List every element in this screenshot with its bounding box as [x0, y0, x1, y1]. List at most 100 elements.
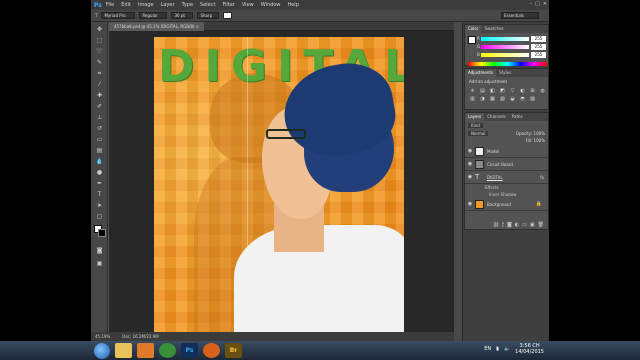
crop-tool-icon[interactable]: ⌗: [95, 70, 104, 77]
gradient-tool-icon[interactable]: ▤: [95, 147, 104, 154]
photoshop-icon[interactable]: Ps: [181, 343, 198, 358]
bridge-icon[interactable]: Br: [225, 343, 242, 358]
color-ramp[interactable]: [468, 62, 547, 66]
invert-icon[interactable]: ▧: [499, 96, 506, 102]
zoom-level[interactable]: 45.19%: [95, 334, 110, 339]
clock[interactable]: 3:56 CH 14/04/2015: [515, 343, 544, 355]
black-white-icon[interactable]: ◍: [539, 88, 546, 94]
layer-model[interactable]: ◉ Model: [465, 145, 548, 158]
pen-tool-icon[interactable]: ✒: [95, 180, 104, 187]
threshold-icon[interactable]: ◓: [519, 96, 526, 102]
brightness-icon[interactable]: ☀: [469, 88, 476, 94]
trash-icon[interactable]: 🗑: [538, 222, 544, 228]
background-color-swatch[interactable]: [98, 229, 106, 237]
lasso-tool-icon[interactable]: ➰: [95, 48, 104, 55]
blur-tool-icon[interactable]: 💧: [95, 158, 104, 165]
layer-name[interactable]: Circuit Board: [487, 162, 513, 167]
gradient-map-icon[interactable]: ▨: [529, 96, 536, 102]
healing-tool-icon[interactable]: ✚: [95, 92, 104, 99]
menu-edit[interactable]: Edit: [121, 2, 131, 8]
quick-mask-icon[interactable]: ◙: [95, 247, 104, 254]
visibility-eye-icon[interactable]: ◉: [465, 174, 475, 180]
vibrance-icon[interactable]: ▽: [509, 88, 516, 94]
language-indicator[interactable]: EN: [484, 346, 491, 352]
move-tool-icon[interactable]: ✥: [95, 26, 104, 33]
exposure-icon[interactable]: ◩: [499, 88, 506, 94]
text-color-swatch[interactable]: [223, 12, 233, 19]
green-slider[interactable]: [481, 45, 529, 49]
visibility-eye-icon[interactable]: ◉: [465, 148, 475, 154]
type-tool-icon[interactable]: T: [95, 191, 104, 198]
chrome-icon[interactable]: [159, 343, 176, 358]
opacity-field[interactable]: Opacity: 100%: [516, 131, 545, 136]
photo-filter-icon[interactable]: ▥: [469, 96, 476, 102]
layer-circuit-board[interactable]: ◉ Circuit Board: [465, 158, 548, 171]
layer-name[interactable]: Model: [487, 149, 499, 154]
menu-window[interactable]: Window: [261, 2, 281, 8]
eyedropper-tool-icon[interactable]: ⁄: [95, 81, 104, 88]
font-size-select[interactable]: 36 pt: [171, 12, 194, 19]
maximize-button[interactable]: □: [535, 1, 540, 7]
eraser-tool-icon[interactable]: ▭: [95, 136, 104, 143]
shape-tool-icon[interactable]: ▢: [95, 213, 104, 220]
tab-channels[interactable]: Channels: [484, 113, 509, 121]
layer-background[interactable]: ◉ Background 🔒: [465, 198, 548, 211]
stamp-tool-icon[interactable]: ⊥: [95, 114, 104, 121]
tab-adjustments[interactable]: Adjustments: [465, 69, 497, 77]
network-icon[interactable]: ▮: [496, 346, 499, 352]
font-family-select[interactable]: Myriad Pro: [101, 12, 136, 19]
path-select-tool-icon[interactable]: ➤: [95, 202, 104, 209]
canvas-workspace[interactable]: DIGITAL: [109, 31, 454, 332]
document-canvas[interactable]: DIGITAL: [154, 37, 404, 332]
tab-layers[interactable]: Layers: [465, 113, 485, 121]
tab-swatches[interactable]: Swatches: [481, 25, 506, 33]
hue-saturation-icon[interactable]: ◐: [519, 88, 526, 94]
inner-shadow-row[interactable]: Inner Shadow: [465, 191, 548, 198]
menu-view[interactable]: View: [242, 2, 254, 8]
quick-select-tool-icon[interactable]: ✎: [95, 59, 104, 66]
red-slider[interactable]: [481, 37, 529, 41]
menu-filter[interactable]: Filter: [222, 2, 234, 8]
workspace-switcher[interactable]: Essentials: [501, 12, 539, 19]
layer-name[interactable]: Background: [487, 202, 511, 207]
doc-size-info[interactable]: Doc: 16.2M/22.9M: [122, 334, 158, 339]
history-brush-tool-icon[interactable]: ↺: [95, 125, 104, 132]
kind-filter-select[interactable]: Kind: [468, 123, 483, 128]
layer-name[interactable]: DIGITAL: [487, 175, 503, 180]
document-tab[interactable]: 457bba8.psd @ 45.1% (DIGITAL, RGB/8) ×: [109, 22, 205, 31]
adjustment-layer-icon[interactable]: ◐: [515, 222, 519, 228]
link-icon[interactable]: ⛓: [493, 222, 499, 228]
media-player-icon[interactable]: [137, 343, 154, 358]
fx-badge[interactable]: fx: [540, 175, 544, 180]
windows-media-player-icon[interactable]: [203, 343, 220, 358]
menu-file[interactable]: File: [106, 2, 114, 8]
group-icon[interactable]: ▭: [522, 222, 527, 228]
volume-icon[interactable]: 🔈: [504, 346, 510, 352]
brush-tool-icon[interactable]: ✐: [95, 103, 104, 110]
green-value[interactable]: 255: [531, 44, 546, 50]
close-button[interactable]: ✕: [543, 1, 547, 7]
marquee-tool-icon[interactable]: ⬚: [95, 37, 104, 44]
blue-slider[interactable]: [481, 53, 529, 57]
screen-mode-icon[interactable]: ▣: [95, 260, 104, 267]
fill-field[interactable]: Fill: 100%: [526, 138, 545, 143]
menu-help[interactable]: Help: [287, 2, 298, 8]
red-value[interactable]: 255: [531, 36, 546, 42]
mask-icon[interactable]: ◙: [507, 222, 512, 228]
menu-select[interactable]: Select: [200, 2, 215, 8]
anti-alias-select[interactable]: Sharp: [197, 12, 220, 19]
channel-mixer-icon[interactable]: ◑: [479, 96, 486, 102]
color-balance-icon[interactable]: ⊞: [529, 88, 536, 94]
menu-image[interactable]: Image: [138, 2, 154, 8]
file-explorer-icon[interactable]: [115, 343, 132, 358]
posterize-icon[interactable]: ◒: [509, 96, 516, 102]
effects-row[interactable]: Effects: [465, 184, 548, 191]
curves-icon[interactable]: ◧: [489, 88, 496, 94]
minimize-button[interactable]: –: [530, 1, 533, 7]
tab-styles[interactable]: Styles: [496, 69, 514, 77]
dodge-tool-icon[interactable]: ●: [95, 169, 104, 176]
levels-icon[interactable]: ▤: [479, 88, 486, 94]
layer-digital[interactable]: ◉ T DIGITAL fx: [465, 171, 548, 184]
start-button[interactable]: [94, 342, 110, 359]
menu-layer[interactable]: Layer: [161, 2, 175, 8]
